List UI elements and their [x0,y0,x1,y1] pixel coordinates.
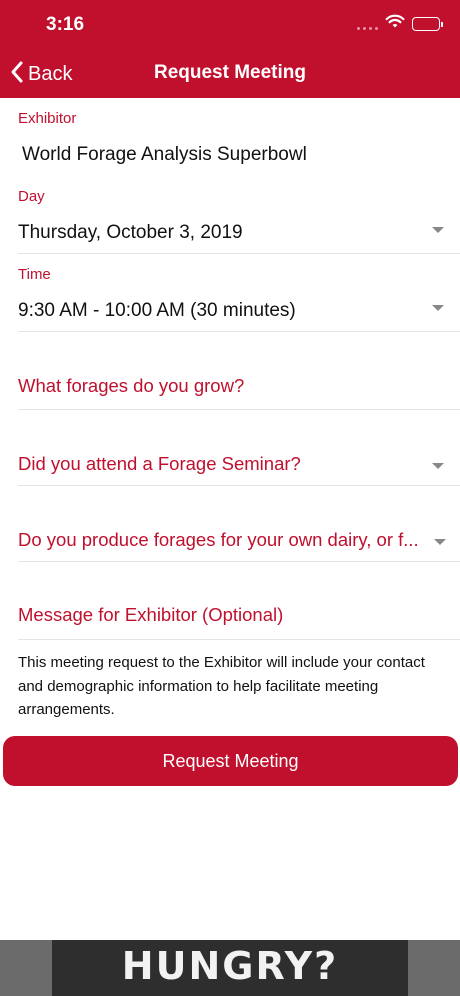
time-picker[interactable]: 9:30 AM - 10:00 AM (30 minutes) [0,288,460,332]
status-time: 3:16 [46,14,85,35]
caret-down-icon [432,463,444,469]
ad-image: HUNGRY? [52,940,408,996]
chevron-left-icon [10,60,24,89]
nav-header: 3:16 Back Request Meeting [0,0,460,98]
forages-grown-field[interactable]: What forages do you grow? [0,360,460,410]
time-label: Time [18,266,51,283]
dairy-production-dropdown[interactable]: Do you produce forages for your own dair… [0,514,460,562]
wifi-icon [385,14,405,34]
caret-down-icon [434,539,446,545]
time-value: 9:30 AM - 10:00 AM (30 minutes) [18,300,296,321]
battery-icon [412,17,443,31]
disclaimer-text: This meeting request to the Exhibitor wi… [18,654,425,718]
status-icons [385,14,443,34]
divider [18,485,460,486]
divider [18,253,460,254]
divider [18,409,460,410]
day-picker[interactable]: Thursday, October 3, 2019 [0,210,460,254]
divider [18,639,460,640]
divider [18,331,460,332]
ad-text: HUNGRY? [121,944,339,988]
question-forages-grown: What forages do you grow? [18,375,245,396]
camera-dots [357,27,378,30]
message-input[interactable]: Message for Exhibitor (Optional) [0,590,460,640]
question-forage-seminar: Did you attend a Forage Seminar? [18,453,301,474]
forage-seminar-dropdown[interactable]: Did you attend a Forage Seminar? [0,438,460,486]
back-button[interactable]: Back [10,60,72,89]
day-label: Day [18,188,45,205]
day-value: Thursday, October 3, 2019 [18,222,243,243]
exhibitor-value: World Forage Analysis Superbowl [22,144,307,165]
divider [18,561,460,562]
caret-down-icon [432,227,444,233]
question-dairy-production: Do you produce forages for your own dair… [18,529,419,550]
back-label: Back [28,63,73,85]
request-meeting-button[interactable]: Request Meeting [3,736,458,786]
caret-down-icon [432,305,444,311]
ad-banner[interactable]: HUNGRY? [0,940,460,996]
message-placeholder: Message for Exhibitor (Optional) [18,604,284,625]
exhibitor-label: Exhibitor [18,110,77,127]
